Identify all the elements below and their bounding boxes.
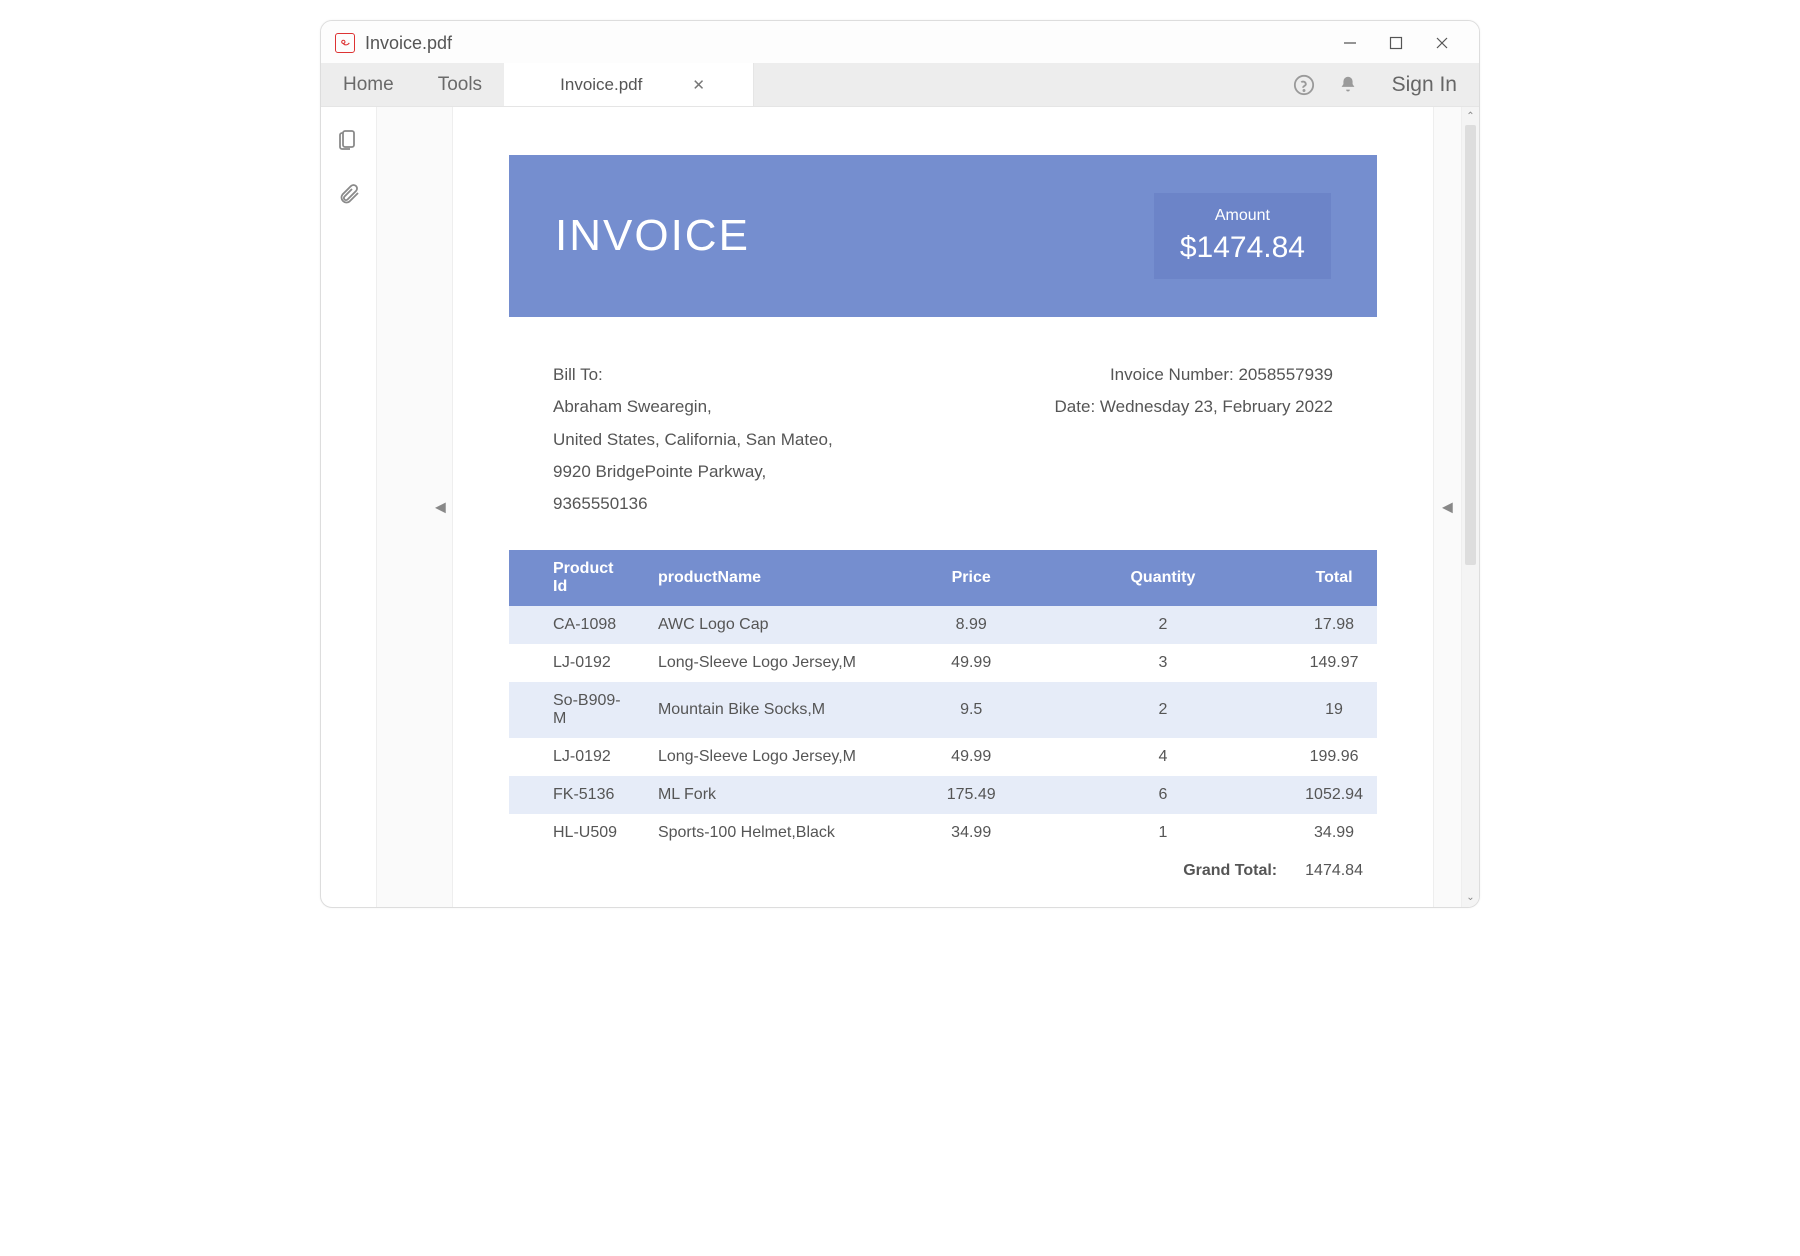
invoice-number-block: Invoice Number: 2058557939 Date: Wednesd… <box>1055 359 1333 520</box>
cell-id: So-B909-M <box>509 682 644 738</box>
table-row: LJ-0192Long-Sleeve Logo Jersey,M49.99314… <box>509 644 1377 682</box>
close-tab-button[interactable]: ✕ <box>692 76 705 94</box>
cell-total: 34.99 <box>1291 814 1377 852</box>
menubar: Home Tools Invoice.pdf ✕ Sign In <box>321 63 1479 107</box>
cell-name: AWC Logo Cap <box>644 606 908 644</box>
cell-price: 49.99 <box>908 644 1035 682</box>
thumbnail-gutter: ◀ <box>377 107 453 907</box>
cell-price: 49.99 <box>908 738 1035 776</box>
thumbnails-icon[interactable] <box>337 127 361 156</box>
bill-phone: 9365550136 <box>553 488 833 520</box>
cell-id: CA-1098 <box>509 606 644 644</box>
table-row: HL-U509Sports-100 Helmet,Black34.99134.9… <box>509 814 1377 852</box>
th-product-name: productName <box>644 550 908 606</box>
cell-price: 8.99 <box>908 606 1035 644</box>
help-icon[interactable] <box>1282 63 1326 106</box>
cell-qty: 1 <box>1035 814 1291 852</box>
scroll-up-icon[interactable]: ⌃ <box>1462 111 1479 122</box>
cell-qty: 4 <box>1035 738 1291 776</box>
cell-qty: 2 <box>1035 606 1291 644</box>
close-window-button[interactable] <box>1419 27 1465 59</box>
document-tab-label: Invoice.pdf <box>560 75 642 95</box>
cell-name: ML Fork <box>644 776 908 814</box>
invoice-number: Invoice Number: 2058557939 <box>1055 359 1333 391</box>
scroll-down-icon[interactable]: ⌄ <box>1462 892 1479 903</box>
table-row: LJ-0192Long-Sleeve Logo Jersey,M49.99419… <box>509 738 1377 776</box>
maximize-button[interactable] <box>1373 27 1419 59</box>
th-total: Total <box>1291 550 1377 606</box>
cell-total: 149.97 <box>1291 644 1377 682</box>
invoice-meta: Bill To: Abraham Swearegin, United State… <box>509 317 1377 550</box>
th-product-id: Product Id <box>509 550 644 606</box>
invoice-date: Date: Wednesday 23, February 2022 <box>1055 391 1333 423</box>
th-price: Price <box>908 550 1035 606</box>
minimize-button[interactable] <box>1327 27 1373 59</box>
document-tab[interactable]: Invoice.pdf ✕ <box>504 63 754 106</box>
window-title: Invoice.pdf <box>365 33 452 54</box>
titlebar: Invoice.pdf <box>321 21 1479 63</box>
bill-to-label: Bill To: <box>553 359 833 391</box>
left-toolbar <box>321 107 377 907</box>
invoice-table: Product Id productName Price Quantity To… <box>509 550 1377 890</box>
amount-block: Amount $1474.84 <box>1154 193 1331 279</box>
cell-name: Long-Sleeve Logo Jersey,M <box>644 738 908 776</box>
sign-in-link[interactable]: Sign In <box>1370 63 1479 106</box>
cell-price: 175.49 <box>908 776 1035 814</box>
pdf-app-icon <box>335 33 355 53</box>
cell-price: 34.99 <box>908 814 1035 852</box>
cell-price: 9.5 <box>908 682 1035 738</box>
cell-name: Mountain Bike Socks,M <box>644 682 908 738</box>
bill-name: Abraham Swearegin, <box>553 391 833 423</box>
bill-address: United States, California, San Mateo, <box>553 424 833 456</box>
cell-id: LJ-0192 <box>509 644 644 682</box>
table-row: So-B909-MMountain Bike Socks,M9.5219 <box>509 682 1377 738</box>
cell-id: HL-U509 <box>509 814 644 852</box>
invoice-title: INVOICE <box>555 211 750 261</box>
vertical-scrollbar[interactable]: ⌃ ⌄ <box>1461 107 1479 907</box>
collapse-left-icon[interactable]: ◀ <box>435 499 446 516</box>
table-row: CA-1098AWC Logo Cap8.99217.98 <box>509 606 1377 644</box>
menu-tools[interactable]: Tools <box>416 63 504 106</box>
grand-total-row: Grand Total: 1474.84 <box>509 852 1377 890</box>
bell-icon[interactable] <box>1326 63 1370 106</box>
table-row: FK-5136ML Fork175.4961052.94 <box>509 776 1377 814</box>
menu-home[interactable]: Home <box>321 63 416 106</box>
cell-id: LJ-0192 <box>509 738 644 776</box>
attachment-icon[interactable] <box>337 182 361 211</box>
bill-street: 9920 BridgePointe Parkway, <box>553 456 833 488</box>
amount-label: Amount <box>1180 207 1305 225</box>
amount-value: $1474.84 <box>1180 231 1305 265</box>
cell-total: 19 <box>1291 682 1377 738</box>
page-viewport: INVOICE Amount $1474.84 Bill To: Abraham… <box>453 107 1433 907</box>
cell-id: FK-5136 <box>509 776 644 814</box>
cell-name: Long-Sleeve Logo Jersey,M <box>644 644 908 682</box>
collapse-right-icon[interactable]: ◀ <box>1442 499 1453 516</box>
th-quantity: Quantity <box>1035 550 1291 606</box>
cell-total: 199.96 <box>1291 738 1377 776</box>
grand-total-value: 1474.84 <box>1291 852 1377 890</box>
cell-qty: 3 <box>1035 644 1291 682</box>
cell-qty: 2 <box>1035 682 1291 738</box>
cell-total: 17.98 <box>1291 606 1377 644</box>
scroll-thumb[interactable] <box>1465 125 1476 565</box>
pdf-reader-window: Invoice.pdf Home Tools Invoice.pdf ✕ <box>320 20 1480 908</box>
cell-qty: 6 <box>1035 776 1291 814</box>
grand-total-label: Grand Total: <box>1035 852 1291 890</box>
cell-name: Sports-100 Helmet,Black <box>644 814 908 852</box>
invoice-banner: INVOICE Amount $1474.84 <box>509 155 1377 317</box>
right-gutter: ◀ <box>1433 107 1461 907</box>
cell-total: 1052.94 <box>1291 776 1377 814</box>
bill-to-block: Bill To: Abraham Swearegin, United State… <box>553 359 833 520</box>
table-header-row: Product Id productName Price Quantity To… <box>509 550 1377 606</box>
document-body: ◀ INVOICE Amount $1474.84 Bill To: Abrah <box>321 107 1479 907</box>
